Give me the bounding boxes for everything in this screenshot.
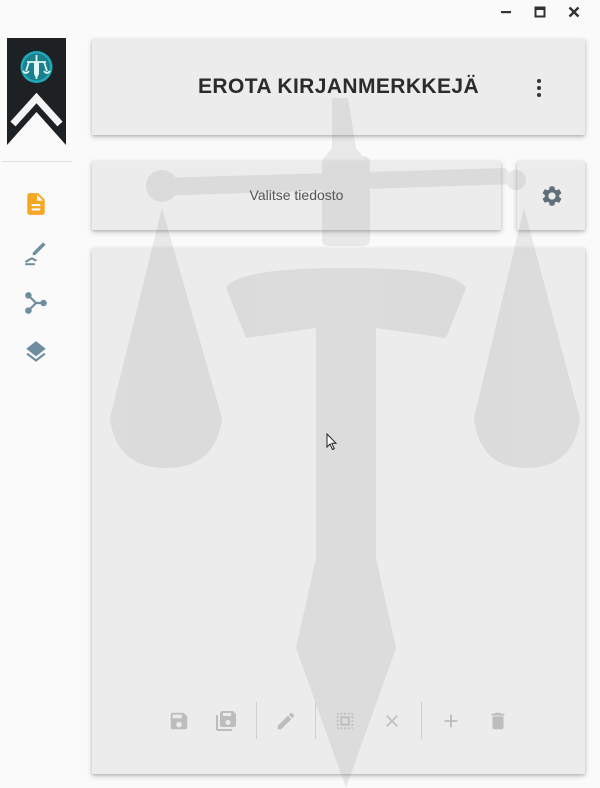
close-icon [386, 715, 398, 727]
delete-icon [491, 712, 505, 730]
delete-button[interactable] [485, 708, 511, 734]
select-all-icon [336, 712, 354, 730]
select-all-button[interactable] [332, 708, 358, 734]
sidebar-item-edit[interactable] [22, 240, 50, 268]
toolbar-divider [421, 702, 422, 739]
sidebar-divider [2, 161, 72, 162]
sidebar-item-document[interactable] [22, 190, 50, 218]
save-icon [170, 712, 188, 730]
more-menu-button[interactable] [528, 76, 550, 100]
file-select-label[interactable]: Valitse tiedosto [92, 187, 501, 203]
mouse-cursor [326, 433, 338, 451]
toolbar-divider [315, 702, 316, 739]
close-icon [568, 6, 580, 18]
maximize-button[interactable] [525, 0, 555, 24]
document-icon [27, 193, 45, 215]
deselect-button[interactable] [379, 708, 405, 734]
page-title: EROTA KIRJANMERKKEJÄ [197, 75, 480, 98]
merge-icon [25, 292, 47, 314]
bookmark-list-panel [92, 248, 585, 774]
add-button[interactable] [438, 708, 464, 734]
app-logo [7, 38, 66, 145]
sidebar-item-merge[interactable] [22, 289, 50, 317]
add-icon [444, 714, 458, 728]
toolbar-divider [256, 702, 257, 739]
sidebar [0, 0, 72, 783]
maximize-icon [534, 6, 546, 18]
layers-icon [26, 341, 46, 362]
gear-icon[interactable] [540, 184, 564, 208]
edit-button[interactable] [273, 708, 299, 734]
save-all-icon [216, 711, 236, 731]
edit-icon [277, 712, 295, 730]
save-button[interactable] [166, 708, 192, 734]
sidebar-item-layers[interactable] [22, 338, 50, 366]
more-vert-icon [537, 79, 541, 83]
save-all-button[interactable] [213, 708, 239, 734]
minimize-button[interactable] [491, 0, 521, 24]
minimize-icon [501, 11, 511, 14]
edit-signature-icon [25, 242, 46, 266]
close-window-button[interactable] [559, 0, 589, 24]
